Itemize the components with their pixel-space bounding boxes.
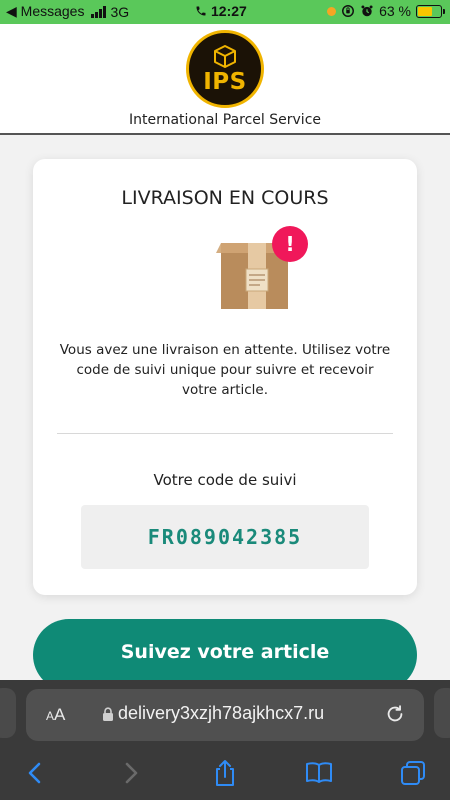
lock-icon: [103, 707, 113, 721]
card-title: LIVRAISON EN COURS: [121, 187, 329, 209]
alarm-icon: [361, 5, 373, 17]
divider: [57, 433, 393, 434]
rotation-lock-icon: [342, 5, 355, 17]
back-icon[interactable]: [20, 758, 50, 788]
status-right: 63 %: [327, 3, 445, 19]
network-type: 3G: [110, 3, 130, 20]
mic-indicator-icon: [327, 6, 337, 16]
alert-badge-icon: !: [272, 226, 308, 262]
brand-name: International Parcel Service: [128, 112, 322, 128]
url-text[interactable]: delivery3xzjh78ajkhcx7.ru: [118, 703, 324, 724]
tracking-code-label: Votre code de suivi: [153, 471, 297, 489]
ips-logo[interactable]: IPS: [186, 30, 264, 108]
status-left: ◀ Messages 3G: [6, 3, 129, 20]
clock: 12:27: [211, 3, 247, 19]
share-icon[interactable]: [210, 758, 240, 788]
status-center: 12:27: [195, 3, 247, 19]
browser-chrome: AA delivery3xzjh78ajkhcx7.ru: [0, 680, 450, 800]
next-tab-peek[interactable]: [434, 688, 450, 738]
site-header: IPS International Parcel Service: [0, 24, 450, 135]
forward-icon[interactable]: [116, 758, 146, 788]
battery-icon: [416, 4, 445, 18]
package-logo-icon: [214, 44, 236, 68]
tabs-icon[interactable]: [398, 758, 428, 788]
browser-toolbar: [0, 752, 450, 800]
bookmarks-icon[interactable]: [304, 758, 334, 788]
phone-icon: [196, 6, 206, 16]
address-bar[interactable]: AA delivery3xzjh78ajkhcx7.ru: [26, 689, 424, 741]
logo-text: IPS: [203, 68, 247, 95]
reload-icon[interactable]: [384, 703, 406, 725]
delivery-card: LIVRAISON EN COURS ! Vous avez une livra…: [33, 159, 417, 595]
battery-percent: 63 %: [379, 3, 411, 19]
back-to-messages[interactable]: ◀ Messages: [6, 3, 84, 20]
tracking-code-value[interactable]: FR089042385: [81, 505, 369, 569]
text-size-button[interactable]: AA: [46, 705, 65, 725]
previous-tab-peek[interactable]: [0, 688, 16, 738]
signal-icon: [91, 5, 107, 18]
delivery-description: Vous avez une livraison en attente. Util…: [59, 342, 391, 398]
status-bar: ◀ Messages 3G 12:27 63 %: [0, 0, 450, 24]
